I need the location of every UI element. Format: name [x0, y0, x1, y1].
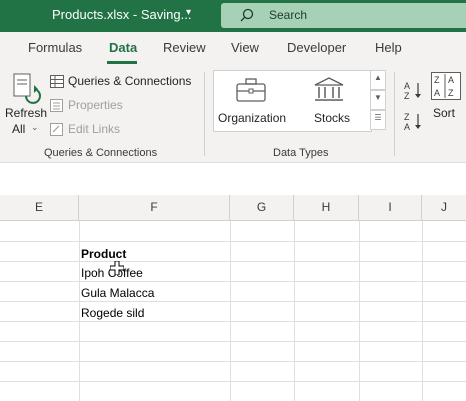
refresh-icon	[13, 73, 41, 104]
svg-text:Z: Z	[448, 88, 454, 98]
refresh-label-2: All	[12, 122, 26, 136]
tab-help[interactable]: Help	[375, 40, 402, 55]
svg-text:A: A	[448, 75, 454, 85]
edit-links-icon	[50, 123, 63, 136]
column-header-f[interactable]: F	[79, 195, 230, 220]
search-placeholder[interactable]: Search	[269, 8, 307, 22]
svg-text:Z: Z	[404, 91, 410, 100]
stocks-button[interactable]: Stocks	[298, 74, 364, 128]
sort-ascending-button[interactable]: A Z	[404, 80, 424, 101]
svg-text:A: A	[434, 88, 440, 98]
gridline	[0, 321, 466, 322]
sort-label: Sort	[433, 106, 456, 120]
active-tab-indicator	[107, 61, 137, 64]
gridline	[0, 341, 466, 342]
gridline	[0, 361, 466, 362]
group-divider	[204, 72, 205, 156]
gridline	[0, 241, 466, 242]
column-header-i[interactable]: I	[359, 195, 422, 220]
svg-text:A: A	[404, 81, 410, 91]
formula-bar[interactable]	[0, 162, 466, 193]
column-header-j[interactable]: J	[422, 195, 466, 220]
bank-icon	[314, 77, 344, 101]
sort-button[interactable]: Z A A Z Sort	[430, 70, 466, 126]
workbook-title[interactable]: Products.xlsx - Saving...	[52, 7, 191, 22]
refresh-all-button[interactable]: Refresh All ⌄	[4, 70, 48, 140]
gridline	[294, 221, 295, 401]
sort-dialog-icon: Z A A Z	[431, 72, 461, 100]
search-box[interactable]	[221, 3, 466, 28]
column-header-g[interactable]: G	[230, 195, 294, 220]
cell-f-header[interactable]: Product	[81, 247, 126, 261]
cell-f-row-3[interactable]: Rogede sild	[81, 306, 144, 320]
svg-text:Z: Z	[404, 112, 410, 122]
chevron-down-icon: ⌄	[31, 122, 39, 132]
gridline	[79, 221, 80, 401]
briefcase-icon	[236, 78, 266, 102]
gridline	[0, 301, 466, 302]
sort-ascending-icon: A Z	[404, 81, 421, 101]
organization-button[interactable]: Organization	[216, 74, 288, 128]
queries-group-label: Queries & Connections	[44, 147, 158, 159]
title-bar: Products.xlsx - Saving... ▾ Search	[0, 0, 466, 32]
refresh-label-1: Refresh	[5, 106, 48, 120]
cursor-cross-icon	[110, 261, 124, 275]
gridline	[359, 221, 360, 401]
gallery-expand[interactable]: ☰	[370, 110, 386, 130]
gallery-scroll-down[interactable]: ▼	[370, 90, 386, 110]
tab-developer[interactable]: Developer	[287, 40, 346, 55]
sort-descending-icon: Z A	[404, 112, 421, 132]
svg-text:A: A	[404, 122, 410, 131]
column-header-row: E F G H I J	[0, 195, 466, 221]
gridline	[0, 261, 466, 262]
cell-f-row-2[interactable]: Gula Malacca	[81, 286, 154, 300]
column-header-e[interactable]: E	[0, 195, 79, 220]
gallery-scroll-up[interactable]: ▲	[370, 70, 386, 90]
title-dropdown-icon[interactable]: ▾	[186, 7, 191, 18]
gridline	[422, 221, 423, 401]
properties-icon	[50, 99, 63, 112]
tab-data[interactable]: Data	[109, 40, 137, 55]
svg-text:Z: Z	[434, 75, 440, 85]
sort-descending-button[interactable]: Z A	[404, 111, 424, 132]
gridline	[230, 221, 231, 401]
gridline	[0, 381, 466, 382]
queries-connections-icon	[50, 75, 64, 88]
group-divider	[394, 72, 395, 156]
search-icon	[240, 8, 254, 22]
tab-formulas[interactable]: Formulas	[28, 40, 82, 55]
tab-review[interactable]: Review	[163, 40, 206, 55]
worksheet-grid[interactable]: E F G H I J Product Ipoh Coffee Gula Mal…	[0, 195, 466, 401]
gridline	[0, 281, 466, 282]
column-header-h[interactable]: H	[294, 195, 359, 220]
data-types-group-label: Data Types	[273, 147, 329, 159]
tab-view[interactable]: View	[231, 40, 259, 55]
